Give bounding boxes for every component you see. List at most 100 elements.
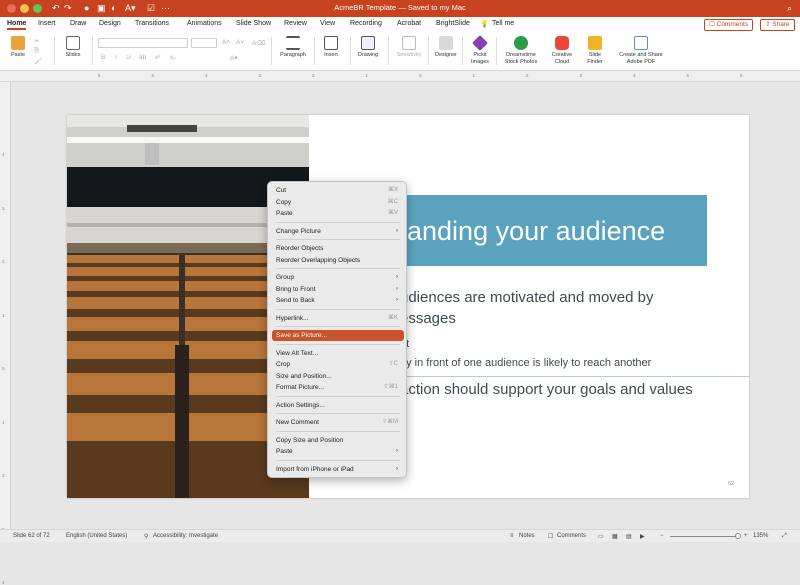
- share-label: Share: [772, 21, 790, 28]
- menu-item-format-picture[interactable]: Format Picture... ⇧⌘1: [272, 382, 404, 393]
- slide-finder-button[interactable]: Slide Finder: [582, 36, 608, 65]
- menu-item-label: Reorder Overlapping Objects: [276, 256, 361, 264]
- menu-item-reorder-overlapping-objects[interactable]: Reorder Overlapping Objects: [272, 255, 404, 266]
- tab-design[interactable]: Design: [99, 20, 121, 27]
- normal-view-icon[interactable]: ▭: [598, 533, 604, 540]
- paragraph-button[interactable]: Paragraph: [276, 36, 310, 59]
- body-line-4[interactable]: ay in front of one audience is likely to…: [400, 357, 651, 369]
- font-size-select[interactable]: [191, 38, 217, 48]
- tab-view[interactable]: View: [320, 20, 335, 27]
- tab-brightslide[interactable]: BrightSlide: [436, 20, 470, 27]
- designer-button[interactable]: Designer: [432, 36, 460, 59]
- font-name-select[interactable]: [98, 38, 188, 48]
- slides-icon: [66, 36, 80, 50]
- clear-format-icon[interactable]: A⌫: [252, 39, 266, 47]
- submenu-arrow-icon: ›: [396, 465, 398, 472]
- menu-item-label: Change Picture: [276, 227, 321, 235]
- tab-tell-me[interactable]: Tell me: [492, 20, 514, 27]
- zoom-slider-thumb[interactable]: [735, 533, 741, 539]
- pickit-images-button[interactable]: Pickit Images: [466, 35, 494, 65]
- underline-icon[interactable]: U: [126, 54, 131, 61]
- slide-sorter-icon[interactable]: ▦: [612, 533, 618, 540]
- creative-cloud-button[interactable]: Creative Cloud: [548, 36, 576, 65]
- ribbon-tab-bar: Home Insert Draw Design Transitions Anim…: [0, 17, 800, 33]
- accessibility-status[interactable]: Accessibility: Investigate: [153, 533, 218, 539]
- superscript-icon[interactable]: x²: [155, 54, 160, 61]
- body-line-1[interactable]: udiences are motivated and moved by: [400, 289, 653, 306]
- ruler-number: 3: [579, 73, 583, 78]
- body-line-5[interactable]: action should support your goals and val…: [400, 381, 693, 398]
- copy-icon[interactable]: ⎘: [34, 47, 39, 55]
- increase-font-icon[interactable]: A˄: [222, 39, 230, 46]
- body-line-2[interactable]: essages: [400, 310, 456, 327]
- zoom-slider[interactable]: [670, 536, 740, 537]
- menu-item-label: Reorder Objects: [276, 245, 324, 252]
- decrease-font-icon[interactable]: A˅: [236, 39, 244, 46]
- tab-review[interactable]: Review: [284, 20, 307, 27]
- paste-button[interactable]: Paste: [5, 36, 31, 59]
- menu-item-copy-size-and-position[interactable]: Copy Size and Position: [272, 435, 404, 446]
- cut-icon[interactable]: ✂: [34, 37, 39, 45]
- menu-item-crop[interactable]: Crop ⇧C: [272, 359, 404, 370]
- zoom-in-icon[interactable]: +: [744, 533, 748, 539]
- tab-animations[interactable]: Animations: [187, 20, 222, 27]
- menu-item-paste[interactable]: Paste ›: [272, 446, 404, 457]
- ribbon-home: Paste ✂ ⎘ 🖌 Slides A˄ A˅ A⌫ B I U ab x² …: [0, 33, 800, 71]
- menu-separator: [276, 395, 400, 397]
- menu-item-view-alt-text[interactable]: View Alt Text...: [272, 348, 404, 359]
- strikethrough-icon[interactable]: ab: [139, 54, 146, 61]
- menu-item-hyperlink[interactable]: Hyperlink... ⌘K: [272, 313, 404, 324]
- context-menu: Cut ⌘X Copy ⌘C Paste ⌘V Change Picture › Reorder…: [267, 181, 407, 478]
- menu-item-new-comment[interactable]: New Comment ⇧⌘M: [272, 417, 404, 428]
- font-color-icon[interactable]: A▾: [230, 54, 238, 62]
- menu-item-copy[interactable]: Copy ⌘C: [272, 197, 404, 208]
- insert-button[interactable]: Insert: [318, 36, 344, 59]
- slide-title[interactable]: anding your audience: [407, 216, 665, 247]
- create-share-pdf-button[interactable]: Create and Share Adobe PDF: [614, 36, 668, 65]
- bold-icon[interactable]: B: [101, 54, 105, 61]
- menu-item-cut[interactable]: Cut ⌘X: [272, 185, 404, 196]
- slideshow-icon[interactable]: ▶: [640, 533, 645, 540]
- ruler-number: 6: [740, 73, 743, 78]
- subscript-icon[interactable]: x₂: [170, 54, 176, 61]
- italic-icon[interactable]: I: [115, 54, 117, 61]
- tab-slide-show[interactable]: Slide Show: [236, 20, 271, 27]
- comments-button[interactable]: ☐ Comments: [704, 19, 754, 31]
- reading-view-icon[interactable]: ▤: [626, 533, 632, 540]
- zoom-level[interactable]: 135%: [753, 533, 768, 539]
- menu-item-size-and-position[interactable]: Size and Position...: [272, 371, 404, 382]
- dreamstime-button[interactable]: Dreamstime Stock Photos: [500, 36, 542, 65]
- drawing-button[interactable]: Drawing: [354, 36, 382, 59]
- format-painter-icon[interactable]: 🖌: [34, 57, 42, 65]
- menu-item-change-picture[interactable]: Change Picture ›: [272, 226, 404, 237]
- share-button[interactable]: ⇧ Share: [760, 19, 795, 31]
- divider: [388, 37, 389, 65]
- menu-separator: [276, 326, 400, 327]
- tab-transitions[interactable]: Transitions: [135, 20, 169, 27]
- menu-item-paste[interactable]: Paste ⌘V: [272, 208, 404, 219]
- tab-recording[interactable]: Recording: [350, 20, 382, 27]
- menu-item-group[interactable]: Group ›: [272, 272, 404, 283]
- tab-acrobat[interactable]: Acrobat: [397, 20, 421, 27]
- tab-home[interactable]: Home: [7, 20, 27, 30]
- notes-button[interactable]: Notes: [519, 533, 535, 539]
- submenu-arrow-icon: ›: [396, 448, 398, 454]
- document-title: AcmeBR Template — Saved to my Mac: [334, 3, 466, 12]
- language-indicator[interactable]: English (United States): [66, 533, 127, 539]
- menu-item-bring-to-front[interactable]: Bring to Front ›: [272, 284, 404, 295]
- menu-item-send-to-back[interactable]: Send to Back ›: [272, 295, 404, 306]
- fit-to-window-icon[interactable]: ⤢: [782, 533, 787, 540]
- zoom-out-icon[interactable]: −: [660, 533, 664, 539]
- menu-item-save-as-picture[interactable]: Save as Picture...: [272, 330, 404, 341]
- sensitivity-button[interactable]: Sensitivity: [392, 36, 426, 59]
- search-icon[interactable]: ⌕: [787, 3, 792, 14]
- ruler-number: 5: [686, 73, 690, 78]
- menu-item-import-from-iphone-or-ipad[interactable]: Import from iPhone or iPad ›: [272, 464, 404, 475]
- divider: [54, 37, 55, 65]
- comments-status-button[interactable]: Comments: [557, 533, 586, 539]
- tab-insert[interactable]: Insert: [38, 20, 56, 27]
- menu-item-reorder-objects[interactable]: Reorder Objects: [272, 243, 404, 254]
- tab-draw[interactable]: Draw: [70, 20, 86, 27]
- menu-item-action-settings[interactable]: Action Settings...: [272, 400, 404, 411]
- slides-button[interactable]: Slides: [60, 36, 86, 59]
